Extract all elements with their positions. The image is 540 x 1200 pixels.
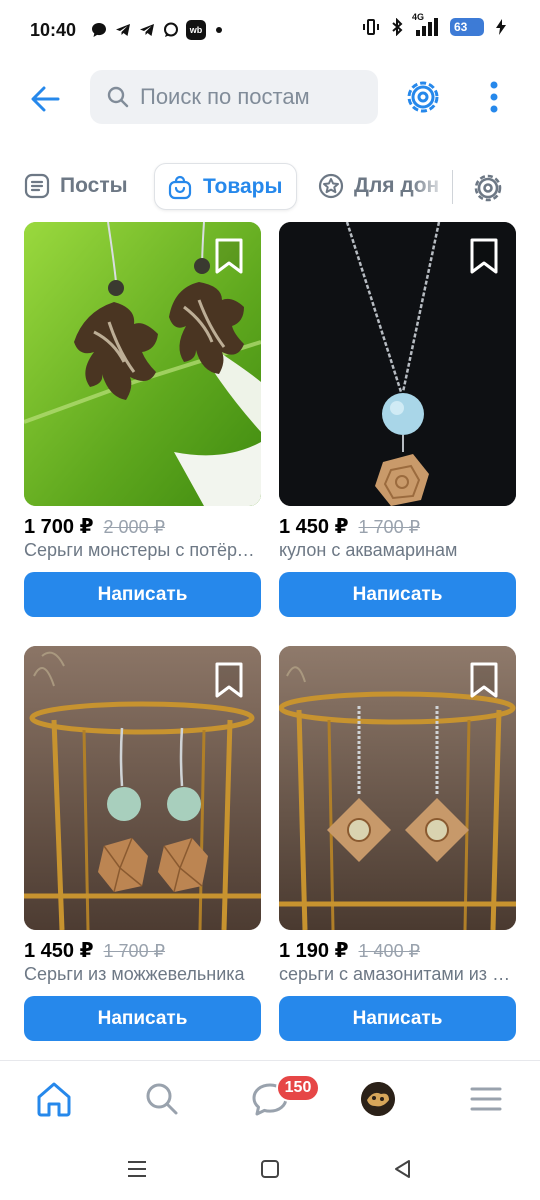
- back-triangle-icon: [395, 1160, 410, 1178]
- back-system-button[interactable]: [388, 1154, 418, 1184]
- settings-button[interactable]: [400, 74, 446, 120]
- price-row: 1 450 ₽ 1 700 ₽: [24, 938, 165, 963]
- content-tabs: Посты Товары Для дон: [0, 160, 540, 216]
- list-icon: [24, 173, 50, 199]
- price-row: 1 190 ₽ 1 400 ₽: [279, 938, 420, 963]
- more-vertical-icon: [490, 81, 498, 113]
- product-old-price: 1 700 ₽: [103, 941, 166, 961]
- product-price: 1 450 ₽: [279, 516, 349, 538]
- product-old-price: 2 000 ₽: [103, 517, 166, 537]
- recent-apps-button[interactable]: [122, 1154, 152, 1184]
- chat-icon: [90, 21, 108, 39]
- bluetooth-icon: [388, 18, 406, 36]
- product-card[interactable]: 1 450 ₽ 1 700 ₽ кулон с аквамаринам Напи…: [279, 222, 516, 618]
- home-system-button[interactable]: [255, 1154, 285, 1184]
- status-bar: 10:40 wb 4G 63: [0, 0, 540, 62]
- product-title[interactable]: Серьги из можжевельника: [24, 964, 261, 985]
- donut-icon: [318, 173, 344, 199]
- product-card[interactable]: 1 450 ₽ 1 700 ₽ Серьги из можжевельника …: [24, 646, 261, 1042]
- search-input[interactable]: Поиск по постам: [90, 70, 378, 124]
- bookmark-icon[interactable]: [466, 236, 502, 276]
- charging-icon: [492, 18, 510, 36]
- search-icon: [146, 1083, 178, 1115]
- wb-icon: wb: [186, 20, 206, 40]
- gear-icon: [474, 174, 502, 202]
- tab-fade: [410, 160, 450, 214]
- menu-icon: [470, 1087, 502, 1111]
- notification-icons: wb: [90, 20, 222, 40]
- profile-avatar: [361, 1082, 395, 1116]
- tabs-settings-button[interactable]: [466, 166, 510, 210]
- search-placeholder: Поиск по постам: [140, 84, 310, 109]
- product-price: 1 450 ₽: [24, 940, 94, 962]
- product-card[interactable]: 1 700 ₽ 2 000 ₽ Серьги монстеры с потёрт…: [24, 222, 261, 618]
- bookmark-icon[interactable]: [211, 236, 247, 276]
- system-status: 4G 63: [362, 12, 510, 36]
- price-row: 1 450 ₽ 1 700 ₽: [279, 514, 420, 539]
- tab-label: Товары: [203, 174, 283, 198]
- system-navigation: [0, 1138, 540, 1200]
- tab-label: Посты: [60, 174, 128, 197]
- product-old-price: 1 700 ₽: [358, 517, 421, 537]
- product-photo[interactable]: [24, 646, 261, 930]
- bookmark-icon[interactable]: [211, 660, 247, 700]
- home-square-icon: [261, 1160, 279, 1178]
- recents-icon: [128, 1161, 146, 1177]
- whatsapp-icon: [162, 21, 180, 39]
- write-button[interactable]: Написать: [24, 572, 261, 617]
- product-title[interactable]: кулон с аквамаринам: [279, 540, 516, 561]
- nav-search[interactable]: [138, 1075, 186, 1123]
- more-notifications-dot: [216, 27, 222, 33]
- telegram-icon: [114, 21, 132, 39]
- bottom-navigation: 150: [0, 1060, 540, 1138]
- signal-icon: 4G: [412, 12, 442, 36]
- nav-menu[interactable]: [462, 1075, 510, 1123]
- battery-level: 63: [450, 18, 484, 36]
- vibrate-icon: [362, 18, 380, 36]
- write-button[interactable]: Написать: [24, 996, 261, 1041]
- write-button[interactable]: Написать: [279, 572, 516, 617]
- price-row: 1 700 ₽ 2 000 ₽: [24, 514, 165, 539]
- network-type: 4G: [412, 12, 425, 22]
- product-card[interactable]: 1 190 ₽ 1 400 ₽ серьги с амазонитами из …: [279, 646, 516, 1042]
- bookmark-icon[interactable]: [466, 660, 502, 700]
- tab-goods[interactable]: Товары: [154, 163, 297, 210]
- bag-icon: [167, 174, 193, 200]
- product-photo[interactable]: [24, 222, 261, 506]
- messages-badge: 150: [276, 1074, 320, 1102]
- more-options-button[interactable]: [476, 74, 512, 120]
- arrow-left-icon: [31, 86, 60, 112]
- product-photo[interactable]: [279, 646, 516, 930]
- product-price: 1 700 ₽: [24, 516, 94, 538]
- tab-posts[interactable]: Посты: [24, 163, 128, 209]
- home-icon: [37, 1082, 71, 1117]
- product-title[interactable]: Серьги монстеры с потёртостями: [24, 540, 261, 561]
- product-photo[interactable]: [279, 222, 516, 506]
- status-time: 10:40: [30, 20, 77, 40]
- tab-divider: [452, 170, 453, 204]
- product-price: 1 190 ₽: [279, 940, 349, 962]
- nav-profile[interactable]: [354, 1075, 402, 1123]
- product-title[interactable]: серьги с амазонитами из дерева: [279, 964, 516, 985]
- search-icon: [107, 86, 129, 108]
- telegram-icon: [138, 21, 156, 39]
- back-button[interactable]: [22, 76, 68, 122]
- product-old-price: 1 400 ₽: [358, 941, 421, 961]
- top-bar: Поиск по постам: [0, 62, 540, 134]
- gear-icon: [407, 81, 439, 113]
- write-button[interactable]: Написать: [279, 996, 516, 1041]
- nav-home[interactable]: [30, 1075, 78, 1123]
